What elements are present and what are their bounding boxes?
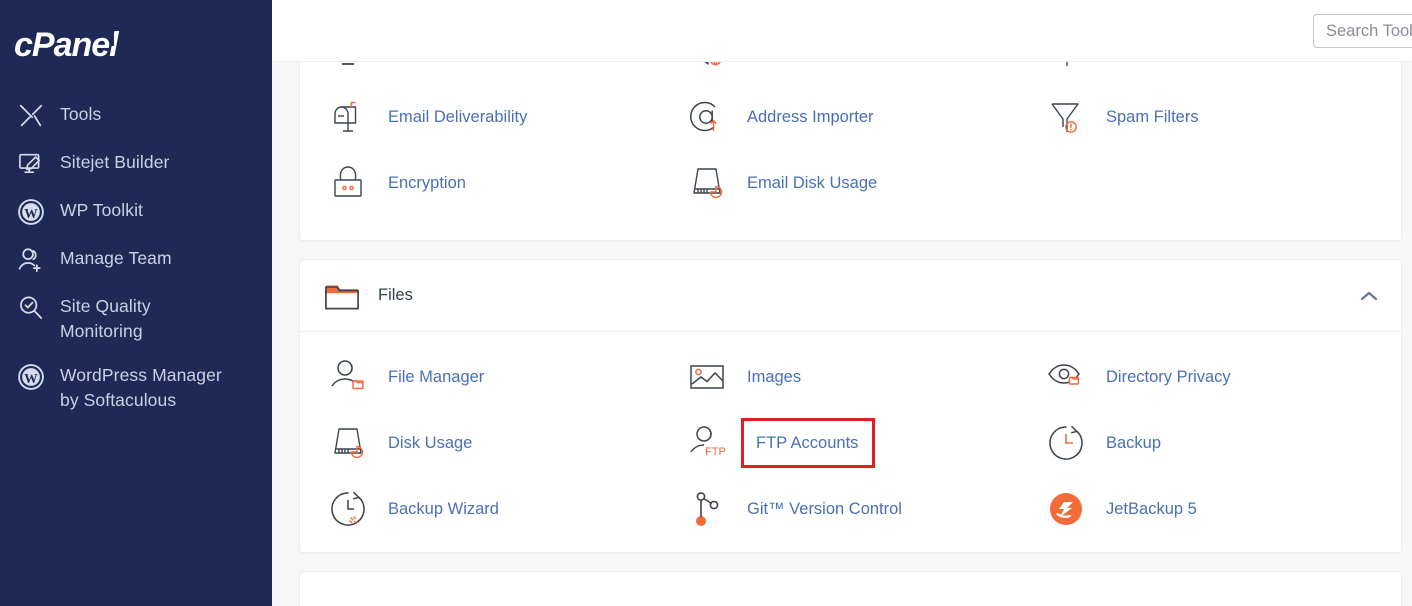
- sidebar-item-label: Site Quality Monitoring: [60, 293, 151, 344]
- sidebar-item-label: Tools: [60, 101, 101, 127]
- tile-label: Backup Wizard: [388, 499, 499, 519]
- sidebar-nav: Tools Sitejet Builder W: [0, 92, 272, 422]
- tile-label: Encryption: [388, 173, 466, 193]
- monitor-pencil-icon: [16, 149, 46, 179]
- section-next-partial: [299, 571, 1402, 606]
- tile-git-version-control[interactable]: Git™ Version Control: [673, 476, 1032, 542]
- wordpress-icon: W: [16, 362, 46, 392]
- jetbackup-icon: [1040, 485, 1092, 533]
- sidebar-item-label: WP Toolkit: [60, 197, 143, 223]
- funnel-alert-icon: [1040, 93, 1092, 141]
- section-files-header[interactable]: Files: [300, 260, 1401, 332]
- sidebar-item-label: Sitejet Builder: [60, 149, 169, 175]
- lock-icon: [322, 159, 374, 207]
- tile-file-manager[interactable]: File Manager: [314, 344, 673, 410]
- cpanel-app: cPanel Tools: [0, 0, 1412, 606]
- user-ftp-icon: FTP: [681, 419, 733, 467]
- sidebar-item-tools[interactable]: Tools: [0, 92, 272, 140]
- highlight-box: FTP Accounts: [741, 418, 875, 468]
- image-icon: [681, 353, 733, 401]
- sidebar: cPanel Tools: [0, 0, 272, 606]
- tile-address-importer[interactable]: Address Importer: [673, 84, 1032, 150]
- user-folder-icon: [322, 353, 374, 401]
- sidebar-item-manage-team[interactable]: Manage Team: [0, 236, 272, 284]
- svg-text:FTP: FTP: [705, 446, 726, 458]
- cpanel-logo[interactable]: cPanel: [0, 0, 272, 78]
- magnifier-check-icon: [16, 293, 46, 323]
- tile-label: JetBackup 5: [1106, 499, 1197, 519]
- user-add-icon: [16, 245, 46, 275]
- sidebar-item-site-quality-monitoring[interactable]: Site Quality Monitoring: [0, 284, 272, 353]
- svg-text:cPanel: cPanel: [14, 26, 120, 64]
- tile-label: Disk Usage: [388, 433, 472, 453]
- section-files: Files: [299, 259, 1402, 553]
- files-tiles-grid: File Manager Images: [300, 332, 1401, 552]
- clock-wand-icon: [322, 485, 374, 533]
- tools-scroll-area[interactable]: Track Delivery Global Email Filters: [272, 62, 1412, 606]
- sidebar-item-wp-toolkit[interactable]: W WP Toolkit: [0, 188, 272, 236]
- top-header-bar: [272, 0, 1412, 62]
- search-input[interactable]: [1313, 14, 1412, 48]
- tile-spam-filters[interactable]: Spam Filters: [1032, 84, 1391, 150]
- svg-text:W: W: [24, 371, 38, 386]
- tile-directory-privacy[interactable]: Directory Privacy: [1032, 344, 1391, 410]
- main-content: Track Delivery Global Email Filters: [272, 0, 1412, 606]
- tile-label: Git™ Version Control: [747, 499, 902, 519]
- eye-folder-icon: [1040, 353, 1092, 401]
- mailbox-icon: [322, 93, 374, 141]
- section-title: Files: [378, 286, 1359, 305]
- disk-pie-icon: [681, 159, 733, 207]
- tile-label: Address Importer: [747, 107, 874, 127]
- tile-encryption[interactable]: Encryption: [314, 150, 673, 216]
- tile-images[interactable]: Images: [673, 344, 1032, 410]
- tile-label: File Manager: [388, 367, 484, 387]
- tile-email-deliverability[interactable]: Email Deliverability: [314, 84, 673, 150]
- tile-label: Images: [747, 367, 801, 387]
- tile-label: Directory Privacy: [1106, 367, 1231, 387]
- svg-text:W: W: [24, 206, 38, 221]
- at-import-icon: [681, 93, 733, 141]
- tile-ftp-accounts[interactable]: FTP FTP Accounts: [673, 410, 1032, 476]
- tile-disk-usage[interactable]: Disk Usage: [314, 410, 673, 476]
- tile-label: Email Disk Usage: [747, 173, 877, 193]
- tile-label: Spam Filters: [1106, 107, 1199, 127]
- tile-email-disk-usage[interactable]: Email Disk Usage: [673, 150, 1032, 216]
- tile-label: Backup: [1106, 433, 1161, 453]
- git-branch-icon: [681, 485, 733, 533]
- tile-backup[interactable]: Backup: [1032, 410, 1391, 476]
- tile-backup-wizard[interactable]: Backup Wizard: [314, 476, 673, 542]
- sidebar-item-label: WordPress Manager by Softaculous: [60, 362, 222, 413]
- sidebar-item-wordpress-manager[interactable]: W WordPress Manager by Softaculous: [0, 353, 272, 422]
- chevron-up-icon[interactable]: [1359, 289, 1379, 303]
- clock-restore-icon: [1040, 419, 1092, 467]
- disk-pie-icon: [322, 419, 374, 467]
- tile-label: FTP Accounts: [756, 433, 858, 453]
- folder-icon: [324, 281, 360, 311]
- sidebar-item-label: Manage Team: [60, 245, 172, 271]
- tile-jetbackup-5[interactable]: JetBackup 5: [1032, 476, 1391, 542]
- tools-icon: [16, 101, 46, 131]
- search-box[interactable]: [1313, 14, 1412, 48]
- wordpress-icon: W: [16, 197, 46, 227]
- sidebar-item-sitejet-builder[interactable]: Sitejet Builder: [0, 140, 272, 188]
- tile-label: Email Deliverability: [388, 107, 527, 127]
